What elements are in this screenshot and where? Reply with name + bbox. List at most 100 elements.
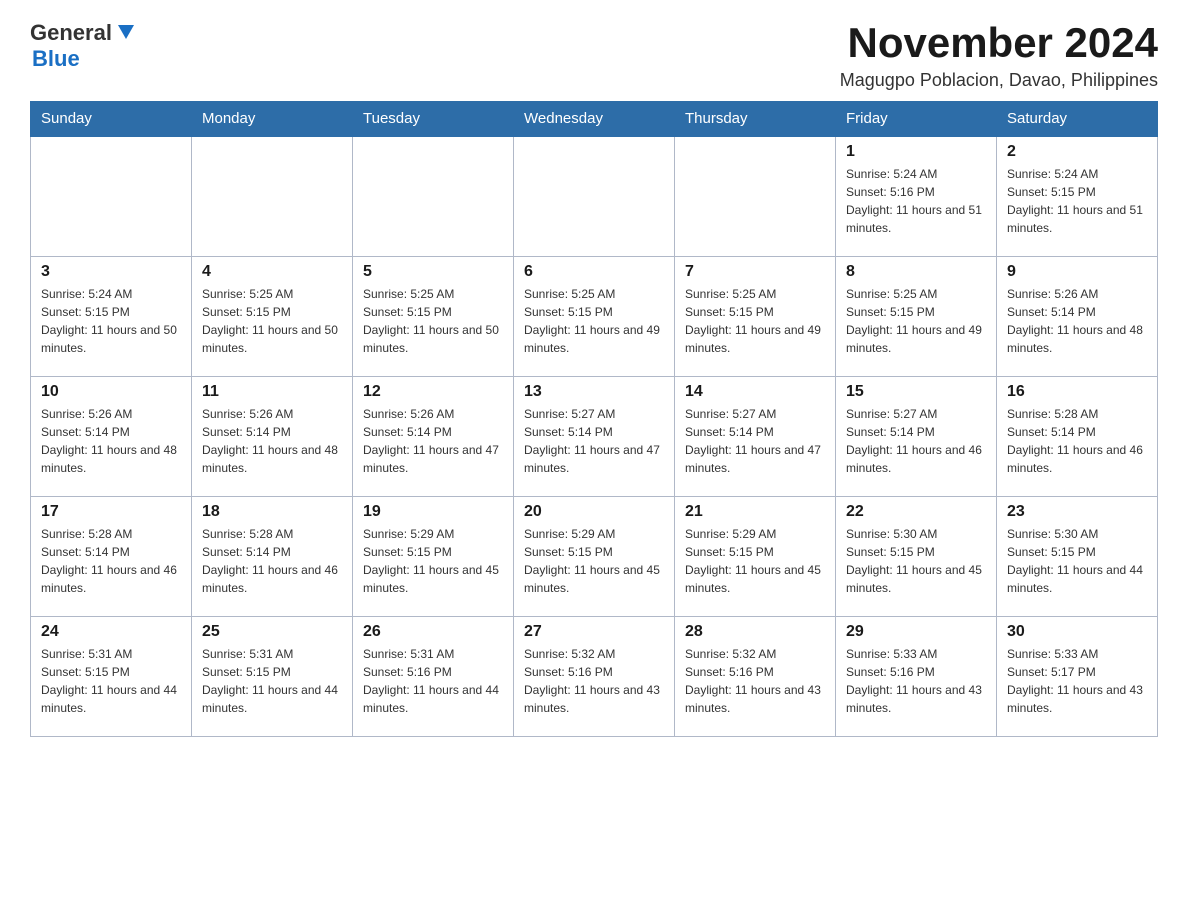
calendar-cell [192,136,353,256]
day-number: 13 [524,383,664,401]
day-info: Sunrise: 5:25 AMSunset: 5:15 PMDaylight:… [846,285,986,357]
day-number: 3 [41,263,181,281]
day-number: 10 [41,383,181,401]
day-info: Sunrise: 5:26 AMSunset: 5:14 PMDaylight:… [41,405,181,477]
day-info: Sunrise: 5:30 AMSunset: 5:15 PMDaylight:… [1007,525,1147,597]
day-info: Sunrise: 5:25 AMSunset: 5:15 PMDaylight:… [685,285,825,357]
calendar-cell: 14Sunrise: 5:27 AMSunset: 5:14 PMDayligh… [675,376,836,496]
calendar-cell: 20 Sunrise: 5:29 AMSunset: 5:15 PMDayligh… [514,496,675,616]
day-number: 27 [524,623,664,641]
day-info: Sunrise: 5:33 AMSunset: 5:16 PMDaylight:… [846,645,986,717]
day-info: Sunrise: 5:28 AMSunset: 5:14 PMDaylight:… [1007,405,1147,477]
day-info: Sunrise: 5:32 AMSunset: 5:16 PMDaylight:… [685,645,825,717]
calendar-cell [31,136,192,256]
logo-general-text: General [30,20,112,46]
location-subtitle: Magugpo Poblacion, Davao, Philippines [840,70,1158,91]
day-number: 30 [1007,623,1147,641]
calendar-cell: 18 Sunrise: 5:28 AMSunset: 5:14 PMDayligh… [192,496,353,616]
calendar-cell: 11 Sunrise: 5:26 AMSunset: 5:14 PMDayligh… [192,376,353,496]
calendar-cell: 29 Sunrise: 5:33 AMSunset: 5:16 PMDayligh… [836,616,997,736]
day-number: 29 [846,623,986,641]
day-number: 2 [1007,143,1147,161]
day-number: 11 [202,383,342,401]
day-number: 5 [363,263,503,281]
day-info: Sunrise: 5:27 AMSunset: 5:14 PMDaylight:… [846,405,986,477]
calendar-cell: 25 Sunrise: 5:31 AMSunset: 5:15 PMDayligh… [192,616,353,736]
calendar-cell: 7Sunrise: 5:25 AMSunset: 5:15 PMDaylight… [675,256,836,376]
day-number: 26 [363,623,503,641]
logo-triangle-icon [116,21,136,46]
day-number: 17 [41,503,181,521]
day-number: 12 [363,383,503,401]
calendar-cell: 23Sunrise: 5:30 AMSunset: 5:15 PMDayligh… [997,496,1158,616]
day-info: Sunrise: 5:26 AMSunset: 5:14 PMDaylight:… [202,405,342,477]
day-number: 24 [41,623,181,641]
header-sunday: Sunday [31,102,192,137]
day-info: Sunrise: 5:26 AMSunset: 5:14 PMDaylight:… [1007,285,1147,357]
day-info: Sunrise: 5:24 AMSunset: 5:16 PMDaylight:… [846,165,986,237]
calendar-cell: 15Sunrise: 5:27 AMSunset: 5:14 PMDayligh… [836,376,997,496]
header-saturday: Saturday [997,102,1158,137]
calendar-week-row: 10 Sunrise: 5:26 AMSunset: 5:14 PMDayligh… [31,376,1158,496]
header-wednesday: Wednesday [514,102,675,137]
day-info: Sunrise: 5:28 AMSunset: 5:14 PMDaylight:… [41,525,181,597]
day-info: Sunrise: 5:25 AMSunset: 5:15 PMDaylight:… [524,285,664,357]
calendar-cell: 4 Sunrise: 5:25 AMSunset: 5:15 PMDaylight… [192,256,353,376]
day-number: 6 [524,263,664,281]
day-info: Sunrise: 5:26 AMSunset: 5:14 PMDaylight:… [363,405,503,477]
logo-blue-text: Blue [32,46,80,72]
calendar-table: Sunday Monday Tuesday Wednesday Thursday… [30,101,1158,737]
day-info: Sunrise: 5:24 AMSunset: 5:15 PMDaylight:… [41,285,181,357]
day-info: Sunrise: 5:29 AMSunset: 5:15 PMDaylight:… [524,525,664,597]
header-tuesday: Tuesday [353,102,514,137]
calendar-cell: 22Sunrise: 5:30 AMSunset: 5:15 PMDayligh… [836,496,997,616]
calendar-cell: 10 Sunrise: 5:26 AMSunset: 5:14 PMDayligh… [31,376,192,496]
day-number: 28 [685,623,825,641]
day-number: 18 [202,503,342,521]
day-info: Sunrise: 5:33 AMSunset: 5:17 PMDaylight:… [1007,645,1147,717]
calendar-cell: 17 Sunrise: 5:28 AMSunset: 5:14 PMDayligh… [31,496,192,616]
calendar-cell: 27 Sunrise: 5:32 AMSunset: 5:16 PMDayligh… [514,616,675,736]
header-friday: Friday [836,102,997,137]
day-info: Sunrise: 5:31 AMSunset: 5:15 PMDaylight:… [202,645,342,717]
calendar-cell: 28 Sunrise: 5:32 AMSunset: 5:16 PMDayligh… [675,616,836,736]
day-info: Sunrise: 5:28 AMSunset: 5:14 PMDaylight:… [202,525,342,597]
calendar-cell: 3 Sunrise: 5:24 AMSunset: 5:15 PMDaylight… [31,256,192,376]
calendar-cell: 30 Sunrise: 5:33 AMSunset: 5:17 PMDayligh… [997,616,1158,736]
header-thursday: Thursday [675,102,836,137]
calendar-header-row: Sunday Monday Tuesday Wednesday Thursday… [31,102,1158,137]
day-number: 21 [685,503,825,521]
calendar-cell [353,136,514,256]
day-number: 19 [363,503,503,521]
calendar-cell: 26 Sunrise: 5:31 AMSunset: 5:16 PMDayligh… [353,616,514,736]
day-info: Sunrise: 5:30 AMSunset: 5:15 PMDaylight:… [846,525,986,597]
day-number: 4 [202,263,342,281]
day-info: Sunrise: 5:25 AMSunset: 5:15 PMDaylight:… [363,285,503,357]
day-info: Sunrise: 5:32 AMSunset: 5:16 PMDaylight:… [524,645,664,717]
calendar-cell: 21 Sunrise: 5:29 AMSunset: 5:15 PMDayligh… [675,496,836,616]
page-header: General Blue November 2024 Magugpo Pobla… [30,20,1158,91]
day-info: Sunrise: 5:27 AMSunset: 5:14 PMDaylight:… [524,405,664,477]
calendar-cell: 2 Sunrise: 5:24 AMSunset: 5:15 PMDaylight… [997,136,1158,256]
calendar-cell: 9 Sunrise: 5:26 AMSunset: 5:14 PMDaylight… [997,256,1158,376]
calendar-cell: 12 Sunrise: 5:26 AMSunset: 5:14 PMDayligh… [353,376,514,496]
month-title: November 2024 [840,20,1158,66]
calendar-cell [675,136,836,256]
day-number: 8 [846,263,986,281]
day-info: Sunrise: 5:31 AMSunset: 5:16 PMDaylight:… [363,645,503,717]
day-info: Sunrise: 5:29 AMSunset: 5:15 PMDaylight:… [685,525,825,597]
calendar-cell: 6 Sunrise: 5:25 AMSunset: 5:15 PMDaylight… [514,256,675,376]
day-number: 1 [846,143,986,161]
day-info: Sunrise: 5:24 AMSunset: 5:15 PMDaylight:… [1007,165,1147,237]
day-number: 20 [524,503,664,521]
day-number: 25 [202,623,342,641]
day-info: Sunrise: 5:31 AMSunset: 5:15 PMDaylight:… [41,645,181,717]
calendar-cell: 19Sunrise: 5:29 AMSunset: 5:15 PMDayligh… [353,496,514,616]
calendar-week-row: 17 Sunrise: 5:28 AMSunset: 5:14 PMDayligh… [31,496,1158,616]
header-monday: Monday [192,102,353,137]
day-number: 9 [1007,263,1147,281]
title-section: November 2024 Magugpo Poblacion, Davao, … [840,20,1158,91]
day-info: Sunrise: 5:25 AMSunset: 5:15 PMDaylight:… [202,285,342,357]
calendar-cell: 13 Sunrise: 5:27 AMSunset: 5:14 PMDayligh… [514,376,675,496]
calendar-week-row: 3 Sunrise: 5:24 AMSunset: 5:15 PMDaylight… [31,256,1158,376]
